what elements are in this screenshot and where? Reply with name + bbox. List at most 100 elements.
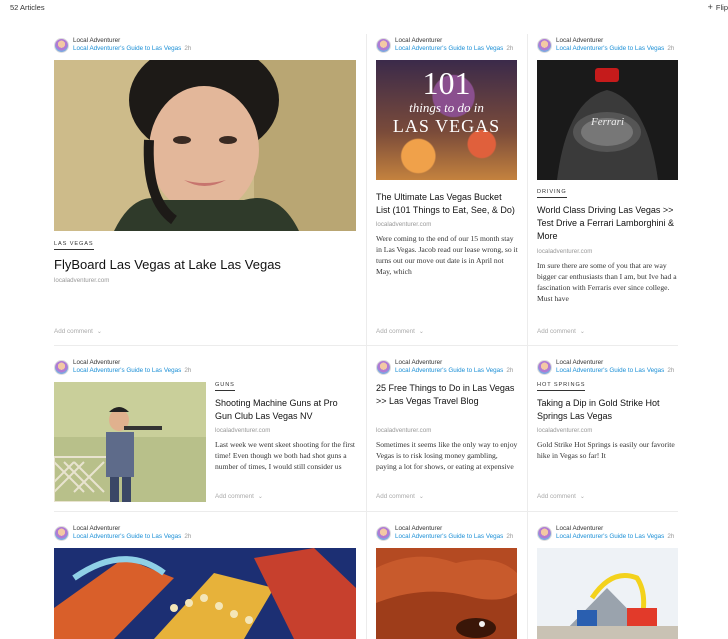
article-title[interactable]: Taking a Dip in Gold Strike Hot Springs … [537,397,678,423]
article-card-driving[interactable]: Local Adventurer Local Adventurer's Guid… [537,37,678,337]
article-title[interactable]: World Class Driving Las Vegas >> Test Dr… [537,204,678,243]
section-tag[interactable]: LAS VEGAS [54,241,94,250]
author-name[interactable]: Local Adventurer [556,359,603,366]
add-comment-button[interactable]: Add comment ⌄ [537,493,585,500]
magazine-link[interactable]: Local Adventurer's Guide to Las Vegas 2h [395,533,513,540]
flip-button[interactable]: + Flip [708,3,728,13]
section-tag[interactable]: DRIVING [537,189,567,198]
shooting-photo [54,382,206,502]
article-card-hot-springs[interactable]: Local Adventurer Local Adventurer's Guid… [537,359,678,504]
magazine-link[interactable]: Local Adventurer's Guide to Las Vegas 2h [556,367,674,374]
article-image[interactable] [54,60,356,231]
author-name[interactable]: Local Adventurer [556,525,603,532]
image-overlay-title: LAS VEGAS [392,116,501,136]
article-card-luxor[interactable]: Local Adventurer Local Adventurer's Guid… [537,525,678,639]
column-divider [527,34,528,639]
magazine-link[interactable]: Local Adventurer's Guide to Las Vegas 2h [395,45,513,52]
card-attribution: Local Adventurer Local Adventurer's Guid… [537,525,728,543]
avatar[interactable] [376,38,391,53]
avatar[interactable] [537,38,552,53]
section-tag[interactable]: HOT SPRINGS [537,382,586,391]
card-attribution: Local Adventurer Local Adventurer's Guid… [54,37,254,55]
magazine-link[interactable]: Local Adventurer's Guide to Las Vegas 2h [556,533,674,540]
article-domain: localadventurer.com [537,427,593,434]
post-age: 2h [506,45,514,52]
post-age: 2h [184,533,192,540]
post-age: 2h [506,533,514,540]
article-excerpt: Last week we went skeet shooting for the… [215,440,356,471]
article-domain: localadventurer.com [537,248,593,255]
flip-label: Flip [715,3,728,12]
author-name[interactable]: Local Adventurer [395,359,442,366]
chevron-down-icon: ⌄ [579,329,585,335]
article-title[interactable]: Shooting Machine Guns at Pro Gun Club La… [215,397,356,423]
article-image[interactable] [376,548,517,639]
article-image[interactable] [54,382,206,502]
avatar[interactable] [537,526,552,541]
article-image[interactable]: 101 things to do in LAS VEGAS [376,60,517,180]
chevron-down-icon: ⌄ [418,329,424,335]
post-age: 2h [506,367,514,374]
column-divider [366,34,367,639]
author-name[interactable]: Local Adventurer [395,525,442,532]
image-overlay-number: 101 [422,65,471,101]
article-card-red-rocks[interactable]: Local Adventurer Local Adventurer's Guid… [376,525,518,639]
author-name[interactable]: Local Adventurer [73,359,120,366]
article-title[interactable]: 25 Free Things to Do in Las Vegas >> Las… [376,382,518,408]
article-card-free-things[interactable]: Local Adventurer Local Adventurer's Guid… [376,359,518,504]
post-age: 2h [184,367,192,374]
post-age: 2h [667,45,675,52]
top-bar: 52 Articles + Flip [0,0,728,16]
card-attribution: Local Adventurer Local Adventurer's Guid… [537,359,728,377]
magazine-link[interactable]: Local Adventurer's Guide to Las Vegas 2h [395,367,513,374]
avatar[interactable] [54,526,69,541]
luxor-photo [537,548,678,639]
add-comment-button[interactable]: Add comment ⌄ [537,328,585,335]
portrait-photo [54,60,356,231]
neon-sign-photo [54,548,356,639]
article-domain: localadventurer.com [376,221,432,228]
article-excerpt: Gold Strike Hot Springs is easily our fa… [537,440,675,460]
article-excerpt: Im sure there are some of you that are w… [537,261,677,303]
article-count: 52 Articles [10,3,45,12]
avatar[interactable] [537,360,552,375]
add-comment-button[interactable]: Add comment ⌄ [376,493,424,500]
row-divider [54,345,678,346]
avatar[interactable] [376,526,391,541]
magazine-link[interactable]: Local Adventurer's Guide to Las Vegas 2h [73,367,191,374]
section-tag[interactable]: GUNS [215,382,235,391]
add-comment-button[interactable]: Add comment ⌄ [54,328,102,335]
article-image[interactable]: Ferrari [537,60,678,180]
article-excerpt: Sometimes it seems like the only way to … [376,440,518,471]
chevron-down-icon: ⌄ [418,494,424,500]
magazine-link[interactable]: Local Adventurer's Guide to Las Vegas 2h [556,45,674,52]
avatar[interactable] [376,360,391,375]
add-comment-button[interactable]: Add comment ⌄ [376,328,424,335]
article-card-bucket-list[interactable]: Local Adventurer Local Adventurer's Guid… [376,37,518,337]
magazine-link[interactable]: Local Adventurer's Guide to Las Vegas 2h [73,533,191,540]
article-image[interactable] [537,548,678,639]
author-name[interactable]: Local Adventurer [395,37,442,44]
image-overlay-text: things to do in [409,100,484,115]
article-domain: localadventurer.com [215,427,271,434]
row-divider [54,511,678,512]
author-name[interactable]: Local Adventurer [556,37,603,44]
author-name[interactable]: Local Adventurer [73,37,120,44]
avatar[interactable] [54,360,69,375]
article-domain: localadventurer.com [54,277,110,284]
add-comment-button[interactable]: Add comment ⌄ [215,493,263,500]
article-excerpt: Were coming to the end of our 15 month s… [376,234,518,276]
article-title[interactable]: The Ultimate Las Vegas Bucket List (101 … [376,191,518,217]
article-image[interactable] [54,548,356,639]
author-name[interactable]: Local Adventurer [73,525,120,532]
image-overlay-text: Ferrari [591,116,624,128]
article-title[interactable]: FlyBoard Las Vegas at Lake Las Vegas [54,256,356,273]
avatar[interactable] [54,38,69,53]
article-card-neon[interactable]: Local Adventurer Local Adventurer's Guid… [54,525,356,639]
card-attribution: Local Adventurer Local Adventurer's Guid… [537,37,728,55]
article-card-guns[interactable]: Local Adventurer Local Adventurer's Guid… [54,359,356,504]
magazine-link[interactable]: Local Adventurer's Guide to Las Vegas 2h [73,45,191,52]
article-card-flyboard[interactable]: Local Adventurer Local Adventurer's Guid… [54,37,356,337]
chevron-down-icon: ⌄ [579,494,585,500]
card-attribution: Local Adventurer Local Adventurer's Guid… [54,359,254,377]
